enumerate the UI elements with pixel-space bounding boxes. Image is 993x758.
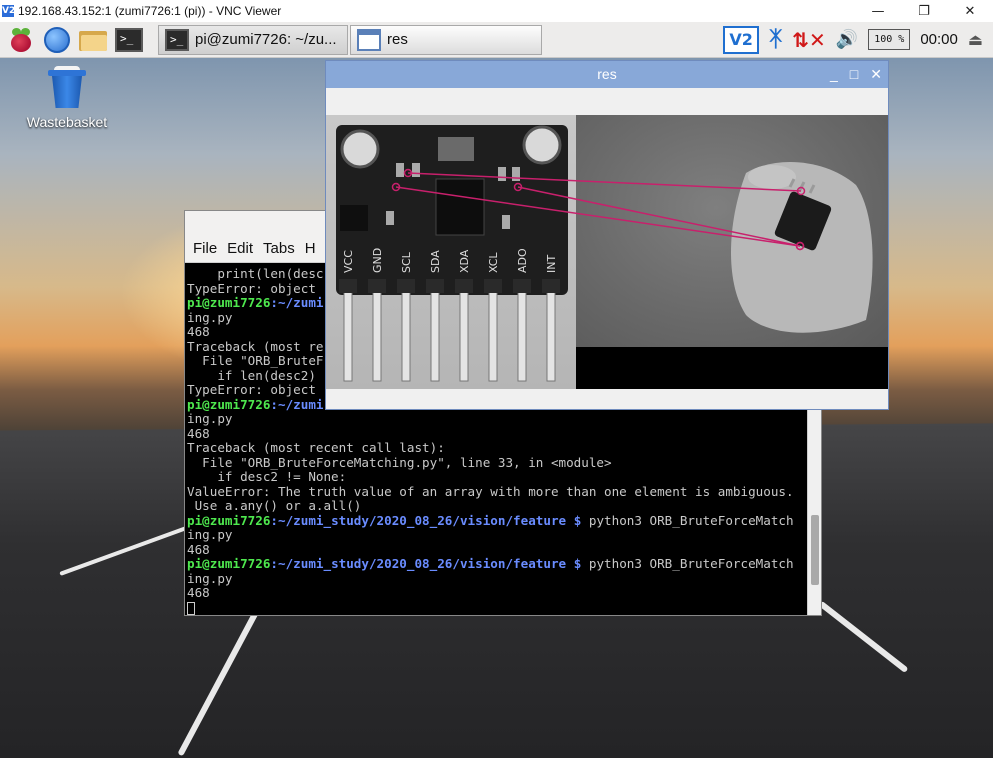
terminal-line: pi@zumi7726:~/zumi_study/2020_08_26/visi… bbox=[187, 556, 805, 572]
taskbar-res-label: res bbox=[387, 31, 408, 48]
taskbar-terminal-label: pi@zumi7726: ~/zu... bbox=[195, 31, 337, 48]
scrollbar-thumb[interactable] bbox=[811, 515, 819, 585]
vnc-icon: V2 bbox=[723, 25, 760, 54]
taskbar-terminal-task[interactable]: >_ pi@zumi7726: ~/zu... bbox=[158, 24, 348, 55]
terminal-line: Use a.any() or a.all() bbox=[187, 498, 362, 513]
wastebasket-desktop-icon[interactable]: Wastebasket bbox=[22, 66, 112, 130]
terminal-line: if desc2 != None: bbox=[187, 469, 347, 484]
window-icon bbox=[357, 28, 381, 51]
res-maximize-button[interactable]: □ bbox=[850, 61, 858, 88]
terminal-line: ing.py bbox=[187, 527, 233, 542]
menu-help[interactable]: H bbox=[305, 240, 316, 257]
terminal-icon: >_ bbox=[165, 28, 189, 51]
res-window[interactable]: res _ □ ✕ VCC GND SCL SDA XDA XCL ADO INT bbox=[325, 60, 889, 410]
vnc-app-icon: V2 bbox=[2, 5, 16, 17]
wastebasket-label: Wastebasket bbox=[26, 114, 108, 130]
bluetooth-icon[interactable]: ᛡ bbox=[769, 27, 782, 52]
terminal-line: ValueError: The truth value of an array … bbox=[187, 483, 794, 499]
globe-icon bbox=[44, 26, 70, 53]
menu-tabs[interactable]: Tabs bbox=[263, 240, 295, 257]
restore-button[interactable]: ❐ bbox=[901, 0, 947, 22]
minimize-button[interactable]: — bbox=[855, 0, 901, 22]
command-text: python3 ORB_BruteForceMatch bbox=[581, 512, 794, 528]
prompt-path: :~/zumi_study/2020_08_26/vision/feature … bbox=[270, 556, 582, 571]
match-line bbox=[395, 186, 801, 247]
prompt-user: pi@zumi7726 bbox=[187, 396, 271, 412]
prompt-user: pi@zumi7726 bbox=[187, 556, 271, 571]
network-disconnected-icon[interactable]: ⇅✕ bbox=[792, 28, 826, 52]
file-manager-launcher[interactable] bbox=[78, 25, 108, 55]
raspberry-menu-button[interactable] bbox=[6, 25, 36, 55]
res-title-bar: res _ □ ✕ bbox=[326, 61, 888, 88]
prompt-path: :~/zumi_study/2020_08_26/vision/feature … bbox=[270, 512, 582, 528]
res-title: res bbox=[597, 66, 617, 82]
res-minimize-button[interactable]: _ bbox=[830, 61, 838, 88]
clock[interactable]: 00:00 bbox=[920, 31, 958, 48]
eject-icon[interactable]: ⏏ bbox=[968, 30, 983, 49]
terminal-icon: >_ bbox=[115, 27, 143, 52]
system-tray: V2 ᛡ ⇅✕ 🔊 100 % 00:00 ⏏ bbox=[723, 22, 993, 58]
raspberry-pi-icon bbox=[9, 27, 33, 53]
vnc-title-bar: V2 192.168.43.152:1 (zumi7726:1 (pi)) - … bbox=[0, 0, 993, 22]
terminal-launcher[interactable]: >_ bbox=[114, 25, 144, 55]
terminal-line: 468 bbox=[187, 541, 210, 557]
browser-launcher[interactable] bbox=[42, 25, 72, 55]
taskbar: >_ >_ pi@zumi7726: ~/zu... res V2 ᛡ ⇅✕ 🔊… bbox=[0, 22, 993, 58]
prompt-path: :~/zumi bbox=[270, 396, 324, 412]
terminal-line: pi@zumi7726:~/zumi_study/2020_08_26/visi… bbox=[187, 512, 805, 529]
match-image-canvas: VCC GND SCL SDA XDA XCL ADO INT bbox=[326, 115, 888, 389]
match-line bbox=[407, 172, 802, 192]
prompt-path: :~/zumi bbox=[270, 295, 324, 310]
prompt-user: pi@zumi7726 bbox=[187, 512, 271, 528]
vnc-server-tray[interactable]: V2 bbox=[723, 25, 760, 54]
terminal-line: ing.py bbox=[187, 570, 233, 586]
terminal-line: 468 bbox=[187, 425, 210, 441]
match-line bbox=[517, 186, 801, 247]
trash-icon bbox=[48, 66, 86, 108]
res-close-button[interactable]: ✕ bbox=[870, 61, 882, 88]
prompt-user: pi@zumi7726 bbox=[187, 295, 271, 310]
terminal-cursor bbox=[187, 601, 195, 615]
menu-edit[interactable]: Edit bbox=[227, 240, 253, 257]
remote-desktop: >_ >_ pi@zumi7726: ~/zu... res V2 ᛡ ⇅✕ 🔊… bbox=[0, 22, 993, 758]
taskbar-res-task[interactable]: res bbox=[350, 24, 542, 55]
res-toolbar bbox=[326, 88, 888, 114]
res-status-area bbox=[326, 389, 888, 409]
terminal-cursor-line bbox=[187, 601, 805, 616]
terminal-line: ing.py bbox=[187, 411, 233, 426]
match-lines bbox=[391, 168, 806, 251]
close-button[interactable]: ✕ bbox=[947, 0, 993, 22]
menu-file[interactable]: File bbox=[193, 240, 217, 257]
folder-icon bbox=[79, 29, 107, 51]
terminal-line: File "ORB_BruteForceMatching.py", line 3… bbox=[187, 454, 612, 470]
vnc-window-title: 192.168.43.152:1 (zumi7726:1 (pi)) - VNC… bbox=[18, 4, 282, 18]
terminal-line: 468 bbox=[187, 585, 210, 600]
volume-icon[interactable]: 🔊 bbox=[836, 29, 858, 50]
terminal-line: Traceback (most recent call last): bbox=[187, 440, 445, 455]
command-text: python3 ORB_BruteForceMatch bbox=[581, 556, 794, 571]
cpu-monitor[interactable]: 100 % bbox=[868, 29, 911, 50]
